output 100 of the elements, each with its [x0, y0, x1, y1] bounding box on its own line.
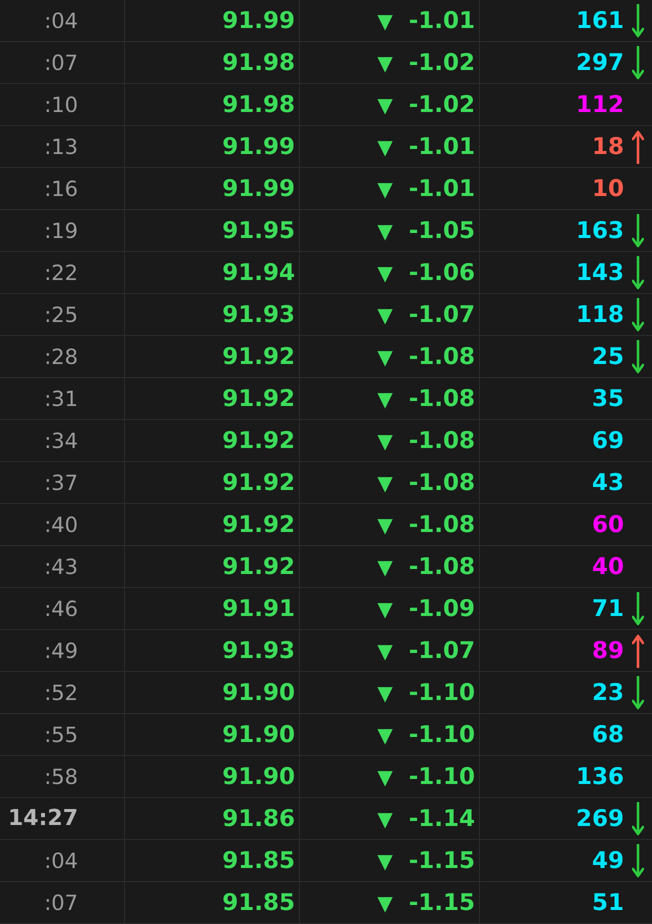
- change-cell: -1.08: [408, 428, 475, 454]
- price-cell: 91.98: [222, 50, 295, 76]
- change-cell: -1.02: [408, 50, 475, 76]
- price-cell: 91.92: [222, 428, 295, 454]
- time-cell: :07: [44, 890, 78, 914]
- time-cell: :13: [44, 134, 78, 158]
- down-triangle-icon: ▼: [377, 302, 393, 326]
- time-cell: :34: [44, 428, 78, 452]
- volume-cell: 89: [592, 638, 624, 664]
- volume-cell: 40: [592, 554, 624, 580]
- down-triangle-icon: ▼: [377, 596, 393, 620]
- change-cell: -1.08: [408, 386, 475, 412]
- change-cell: -1.08: [408, 512, 475, 538]
- volume-cell: 35: [592, 386, 624, 412]
- volume-cell: 161: [576, 8, 624, 34]
- volume-cell: 49: [592, 848, 624, 874]
- time-cell: :04: [44, 848, 78, 872]
- time-cell: :10: [44, 92, 78, 116]
- change-cell: -1.10: [408, 764, 475, 790]
- change-cell: -1.06: [408, 260, 475, 286]
- down-triangle-icon: ▼: [377, 512, 393, 536]
- down-triangle-icon: ▼: [377, 722, 393, 746]
- change-cell: -1.01: [408, 8, 475, 34]
- volume-cell: 10: [592, 176, 624, 202]
- volume-cell: 118: [576, 302, 624, 328]
- price-cell: 91.93: [222, 638, 295, 664]
- change-cell: -1.08: [408, 470, 475, 496]
- price-cell: 91.90: [222, 722, 295, 748]
- price-cell: 91.95: [222, 218, 295, 244]
- down-triangle-icon: ▼: [377, 470, 393, 494]
- time-cell: :31: [44, 386, 78, 410]
- down-triangle-icon: ▼: [377, 764, 393, 788]
- volume-cell: 163: [576, 218, 624, 244]
- price-cell: 91.90: [222, 764, 295, 790]
- price-cell: 91.92: [222, 554, 295, 580]
- volume-cell: 18: [592, 134, 624, 160]
- change-cell: -1.08: [408, 344, 475, 370]
- volume-cell: 43: [592, 470, 624, 496]
- time-cell: :04: [44, 8, 78, 32]
- price-cell: 91.92: [222, 344, 295, 370]
- change-cell: -1.10: [408, 722, 475, 748]
- change-cell: -1.05: [408, 218, 475, 244]
- price-cell: 91.90: [222, 680, 295, 706]
- price-cell: 91.85: [222, 848, 295, 874]
- volume-cell: 269: [576, 806, 624, 832]
- price-cell: 91.99: [222, 176, 295, 202]
- price-cell: 91.92: [222, 470, 295, 496]
- volume-cell: 25: [592, 344, 624, 370]
- volume-cell: 143: [576, 260, 624, 286]
- time-cell: 14:27: [8, 806, 78, 831]
- time-cell: :28: [44, 344, 78, 368]
- volume-cell: 68: [592, 722, 624, 748]
- change-cell: -1.15: [408, 848, 475, 874]
- down-triangle-icon: ▼: [377, 638, 393, 662]
- price-cell: 91.99: [222, 134, 295, 160]
- price-cell: 91.93: [222, 302, 295, 328]
- change-cell: -1.02: [408, 92, 475, 118]
- down-triangle-icon: ▼: [377, 386, 393, 410]
- time-cell: :55: [44, 722, 78, 746]
- down-triangle-icon: ▼: [377, 848, 393, 872]
- volume-cell: 23: [592, 680, 624, 706]
- price-cell: 91.98: [222, 92, 295, 118]
- time-cell: :19: [44, 218, 78, 242]
- down-triangle-icon: ▼: [377, 176, 393, 200]
- change-cell: -1.01: [408, 134, 475, 160]
- price-cell: 91.94: [222, 260, 295, 286]
- down-triangle-icon: ▼: [377, 260, 393, 284]
- price-cell: 91.86: [222, 806, 295, 832]
- down-triangle-icon: ▼: [377, 890, 393, 914]
- time-cell: :16: [44, 176, 78, 200]
- volume-cell: 69: [592, 428, 624, 454]
- time-cell: :58: [44, 764, 78, 788]
- change-cell: -1.15: [408, 890, 475, 916]
- change-cell: -1.07: [408, 638, 475, 664]
- down-triangle-icon: ▼: [377, 50, 393, 74]
- time-cell: :43: [44, 554, 78, 578]
- down-triangle-icon: ▼: [377, 344, 393, 368]
- time-cell: :49: [44, 638, 78, 662]
- change-cell: -1.07: [408, 302, 475, 328]
- volume-cell: 297: [576, 50, 624, 76]
- down-triangle-icon: ▼: [377, 554, 393, 578]
- volume-cell: 71: [592, 596, 624, 622]
- change-cell: -1.08: [408, 554, 475, 580]
- volume-cell: 60: [592, 512, 624, 538]
- volume-cell: 51: [592, 890, 624, 916]
- price-cell: 91.99: [222, 8, 295, 34]
- change-cell: -1.01: [408, 176, 475, 202]
- down-triangle-icon: ▼: [377, 806, 393, 830]
- down-triangle-icon: ▼: [377, 92, 393, 116]
- price-cell: 91.91: [222, 596, 295, 622]
- time-cell: :07: [44, 50, 78, 74]
- down-triangle-icon: ▼: [377, 680, 393, 704]
- time-cell: :22: [44, 260, 78, 284]
- time-cell: :25: [44, 302, 78, 326]
- price-cell: 91.85: [222, 890, 295, 916]
- price-cell: 91.92: [222, 512, 295, 538]
- down-triangle-icon: ▼: [377, 218, 393, 242]
- down-triangle-icon: ▼: [377, 8, 393, 32]
- time-cell: :52: [44, 680, 78, 704]
- down-triangle-icon: ▼: [377, 134, 393, 158]
